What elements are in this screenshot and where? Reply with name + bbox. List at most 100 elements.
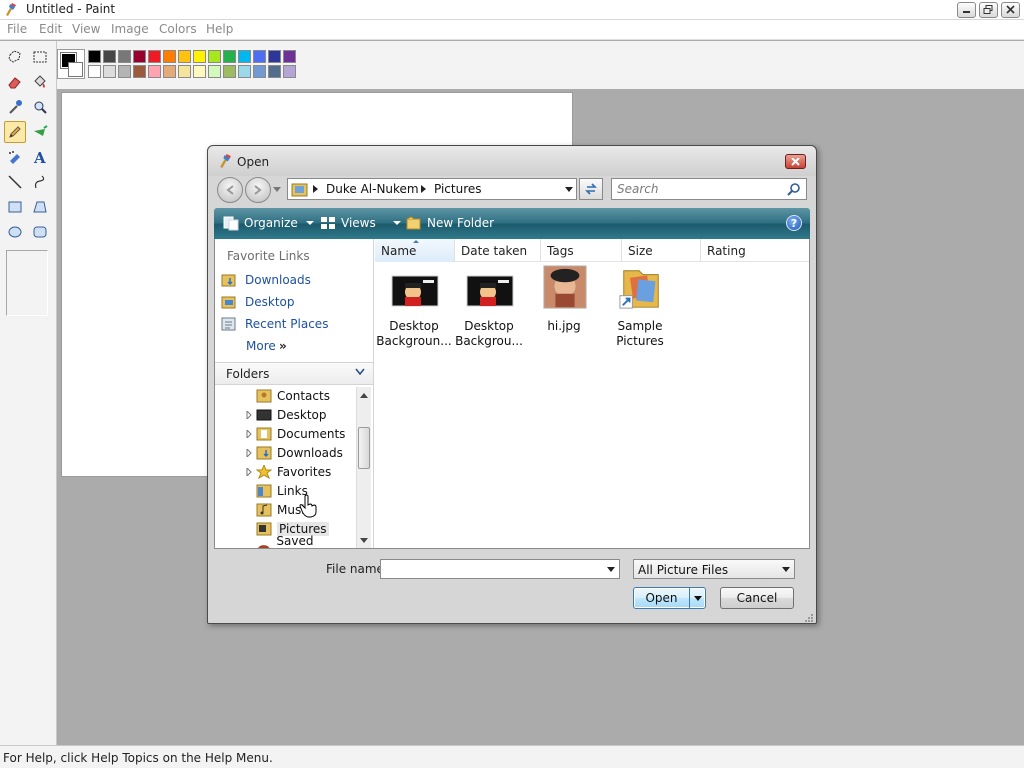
tree-item-contacts[interactable]: Contacts bbox=[215, 386, 357, 405]
palette-swatch[interactable] bbox=[118, 65, 131, 78]
expand-arrow-icon[interactable] bbox=[246, 410, 252, 419]
menu-colors[interactable]: Colors bbox=[159, 22, 197, 36]
palette-swatch[interactable] bbox=[268, 65, 281, 78]
column-name[interactable]: Name bbox=[375, 239, 455, 262]
file-item-desktop-background-1[interactable]: Desktop Backgroun... bbox=[376, 263, 452, 349]
eraser-tool[interactable] bbox=[4, 71, 26, 93]
palette-swatch[interactable] bbox=[103, 50, 116, 63]
palette-swatch[interactable] bbox=[238, 50, 251, 63]
tree-item-desktop[interactable]: Desktop bbox=[215, 405, 357, 424]
menu-help[interactable]: Help bbox=[206, 22, 233, 36]
color-picker-tool[interactable] bbox=[4, 96, 26, 118]
palette-swatch[interactable] bbox=[88, 65, 101, 78]
palette-swatch[interactable] bbox=[208, 50, 221, 63]
current-colors[interactable] bbox=[57, 49, 85, 79]
address-bar[interactable]: Duke Al-Nukem Pictures bbox=[287, 178, 577, 200]
organize-button[interactable]: Organize bbox=[223, 215, 314, 231]
line-tool[interactable] bbox=[4, 171, 26, 193]
breadcrumb-user[interactable]: Duke Al-Nukem bbox=[326, 182, 419, 196]
file-name-field[interactable] bbox=[380, 559, 620, 579]
free-form-select-tool[interactable] bbox=[4, 46, 26, 68]
refresh-button[interactable] bbox=[579, 178, 603, 200]
scrollbar-thumb[interactable] bbox=[358, 427, 370, 469]
palette-swatch[interactable] bbox=[148, 65, 161, 78]
palette-swatch[interactable] bbox=[253, 50, 266, 63]
palette-swatch[interactable] bbox=[208, 65, 221, 78]
new-folder-button[interactable]: New Folder bbox=[406, 215, 494, 231]
file-name-dropdown-icon[interactable] bbox=[607, 567, 615, 572]
airbrush-tool[interactable] bbox=[4, 146, 26, 168]
search-input[interactable] bbox=[617, 182, 777, 196]
tree-item-documents[interactable]: Documents bbox=[215, 424, 357, 443]
folder-tree-scrollbar[interactable] bbox=[356, 387, 371, 548]
palette-swatch[interactable] bbox=[178, 50, 191, 63]
menu-image[interactable]: Image bbox=[111, 22, 149, 36]
cancel-button[interactable]: Cancel bbox=[720, 587, 794, 609]
palette-swatch[interactable] bbox=[163, 65, 176, 78]
minimize-button[interactable] bbox=[957, 2, 976, 18]
file-item-sample-pictures[interactable]: Sample Pictures bbox=[602, 263, 678, 349]
column-rating[interactable]: Rating bbox=[701, 239, 809, 262]
file-type-select[interactable]: All Picture Files bbox=[633, 559, 795, 579]
rounded-rect-tool[interactable] bbox=[29, 221, 51, 243]
scroll-down-icon[interactable] bbox=[360, 538, 368, 543]
palette-swatch[interactable] bbox=[133, 50, 146, 63]
open-options-dropdown[interactable] bbox=[689, 588, 705, 608]
tree-item-downloads[interactable]: Downloads bbox=[215, 443, 357, 462]
palette-swatch[interactable] bbox=[118, 50, 131, 63]
column-tags[interactable]: Tags bbox=[541, 239, 622, 262]
tree-item-favorites[interactable]: Favorites bbox=[215, 462, 357, 481]
pencil-tool[interactable] bbox=[4, 121, 26, 143]
search-icon[interactable] bbox=[787, 182, 801, 196]
palette-swatch[interactable] bbox=[163, 50, 176, 63]
restore-button[interactable] bbox=[979, 2, 998, 18]
palette-swatch[interactable] bbox=[103, 65, 116, 78]
tree-item-music[interactable]: Music bbox=[215, 500, 357, 519]
back-button[interactable] bbox=[217, 177, 243, 203]
file-item-desktop-background-2[interactable]: Desktop Backgrou... bbox=[451, 263, 527, 349]
palette-swatch[interactable] bbox=[253, 65, 266, 78]
column-size[interactable]: Size bbox=[622, 239, 701, 262]
palette-swatch[interactable] bbox=[238, 65, 251, 78]
dialog-close-button[interactable] bbox=[785, 154, 806, 169]
palette-swatch[interactable] bbox=[193, 50, 206, 63]
breadcrumb-pictures[interactable]: Pictures bbox=[434, 182, 482, 196]
ellipse-tool[interactable] bbox=[4, 221, 26, 243]
palette-swatch[interactable] bbox=[223, 50, 236, 63]
favorite-downloads[interactable]: Downloads bbox=[221, 270, 311, 290]
menu-edit[interactable]: Edit bbox=[39, 22, 62, 36]
favorite-recent-places[interactable]: Recent Places bbox=[221, 314, 328, 334]
tool-options-box[interactable] bbox=[6, 250, 48, 316]
rectangle-tool[interactable] bbox=[4, 196, 26, 218]
forward-button[interactable] bbox=[245, 177, 271, 203]
palette-swatch[interactable] bbox=[133, 65, 146, 78]
favorite-desktop[interactable]: Desktop bbox=[221, 292, 295, 312]
curve-tool[interactable] bbox=[29, 171, 51, 193]
rect-select-tool[interactable] bbox=[29, 46, 51, 68]
palette-swatch[interactable] bbox=[148, 50, 161, 63]
views-button[interactable]: Views bbox=[320, 215, 401, 231]
palette-swatch[interactable] bbox=[178, 65, 191, 78]
fill-tool[interactable] bbox=[29, 71, 51, 93]
palette-swatch[interactable] bbox=[268, 50, 281, 63]
menu-view[interactable]: View bbox=[72, 22, 100, 36]
text-tool[interactable]: A bbox=[29, 146, 51, 168]
palette-swatch[interactable] bbox=[283, 50, 296, 63]
help-button[interactable]: ? bbox=[786, 215, 802, 231]
palette-swatch[interactable] bbox=[88, 50, 101, 63]
expand-arrow-icon[interactable] bbox=[246, 429, 252, 438]
tree-item-links[interactable]: Links bbox=[215, 481, 357, 500]
recent-locations-dropdown[interactable] bbox=[273, 187, 281, 192]
more-links[interactable]: More bbox=[246, 339, 276, 353]
file-item-hi-jpg[interactable]: hi.jpg bbox=[526, 263, 602, 349]
scroll-up-icon[interactable] bbox=[360, 393, 368, 398]
palette-swatch[interactable] bbox=[283, 65, 296, 78]
folders-header[interactable]: Folders bbox=[215, 362, 373, 385]
resize-grip-icon[interactable] bbox=[805, 614, 813, 622]
palette-swatch[interactable] bbox=[193, 65, 206, 78]
magnifier-tool[interactable] bbox=[29, 96, 51, 118]
file-name-input[interactable] bbox=[384, 562, 599, 576]
address-dropdown-icon[interactable] bbox=[565, 187, 573, 192]
open-button[interactable]: Open bbox=[633, 587, 706, 609]
menu-file[interactable]: File bbox=[7, 22, 27, 36]
